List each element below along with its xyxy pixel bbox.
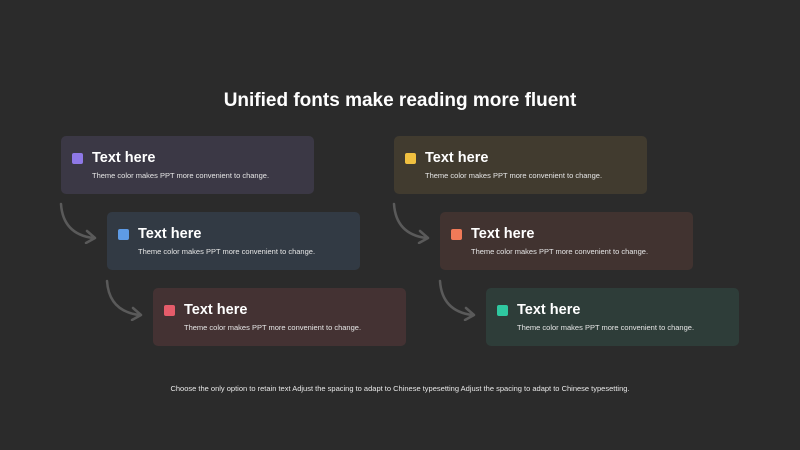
card-heading: Text here [517,302,581,318]
card-heading: Text here [184,302,248,318]
card-description: Theme color makes PPT more convenient to… [471,247,649,256]
color-square-icon [405,153,416,164]
curved-arrow-icon [59,202,97,244]
slide-title: Unified fonts make reading more fluent [223,90,577,111]
color-square-icon [451,229,462,240]
card-heading: Text here [471,226,535,242]
color-square-icon [164,305,175,316]
step-card-right-1: Text here Theme color makes PPT more con… [394,136,647,194]
step-card-left-3: Text here Theme color makes PPT more con… [153,288,406,346]
card-heading: Text here [425,150,489,166]
curved-arrow-icon [392,202,430,244]
footer-note: Choose the only option to retain text Ad… [170,384,630,393]
step-card-right-3: Text here Theme color makes PPT more con… [486,288,739,346]
card-heading: Text here [138,226,202,242]
card-description: Theme color makes PPT more convenient to… [517,323,695,332]
card-description: Theme color makes PPT more convenient to… [138,247,316,256]
card-description: Theme color makes PPT more convenient to… [184,323,362,332]
curved-arrow-icon [438,279,476,321]
color-square-icon [497,305,508,316]
step-card-right-2: Text here Theme color makes PPT more con… [440,212,693,270]
card-description: Theme color makes PPT more convenient to… [425,171,603,180]
color-square-icon [72,153,83,164]
card-heading: Text here [92,150,156,166]
step-card-left-1: Text here Theme color makes PPT more con… [61,136,314,194]
curved-arrow-icon [105,279,143,321]
color-square-icon [118,229,129,240]
card-description: Theme color makes PPT more convenient to… [92,171,270,180]
step-card-left-2: Text here Theme color makes PPT more con… [107,212,360,270]
